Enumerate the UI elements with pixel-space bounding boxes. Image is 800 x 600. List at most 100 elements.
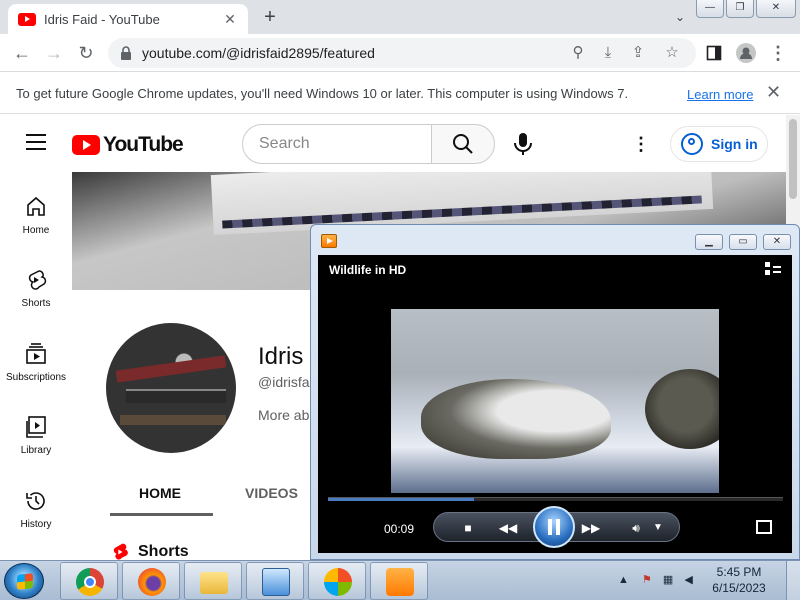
tab-search-icon[interactable]: ⌄ xyxy=(670,7,690,27)
sign-in-label: Sign in xyxy=(711,136,758,152)
windows-taskbar: ▲ ⚑ ▦ ◀︎ 5:45 PM 6/15/2023 xyxy=(0,560,800,600)
volume-tray-icon[interactable]: ◀︎ xyxy=(684,574,692,586)
youtube-play-icon xyxy=(72,135,100,155)
stop-icon[interactable]: ■ xyxy=(456,518,480,538)
chrome-menu-icon[interactable]: ⋮ xyxy=(766,41,790,65)
next-icon[interactable]: ▶▶ xyxy=(579,518,603,538)
show-desktop-button[interactable] xyxy=(786,561,800,600)
volume-icon[interactable]: 🔊︎ xyxy=(624,518,648,538)
seek-progress xyxy=(328,498,474,501)
share-icon[interactable]: ⇪ xyxy=(626,41,650,65)
firefox-icon xyxy=(138,568,166,596)
search-input[interactable]: Search xyxy=(242,124,432,164)
tab-videos[interactable]: VIDEOS xyxy=(245,485,298,501)
channel-name: Idris xyxy=(258,343,304,370)
install-icon[interactable]: ⤓ xyxy=(596,41,620,65)
avatar-detail xyxy=(126,389,226,403)
youtube-logo[interactable]: YouTube xyxy=(72,133,184,157)
taskbar-chrome[interactable] xyxy=(60,562,118,600)
minimize-button[interactable]: — xyxy=(696,0,724,18)
search-page-icon[interactable]: ⚲ xyxy=(566,41,590,65)
youtube-favicon-icon xyxy=(18,12,36,26)
media-player-window[interactable]: ▁ ▭ ✕ Wildlife in HD 00:09 ■ ◀◀ ▶▶ 🔊︎ ▼ xyxy=(310,224,800,560)
forward-icon[interactable]: → xyxy=(42,41,66,65)
browser-toolbar: ← → ↻ youtube.com/@idrisfaid2895/feature… xyxy=(0,34,800,72)
settings-more-icon[interactable]: ⋮ xyxy=(632,132,650,156)
network-icon[interactable]: ▦ xyxy=(663,574,673,586)
sign-in-button[interactable]: Sign in xyxy=(670,126,768,162)
browser-tab[interactable]: Idris Faid - YouTube ✕ xyxy=(8,4,248,34)
window-controls: — ❐ ✕ xyxy=(696,0,796,18)
media-player-icon xyxy=(386,568,414,596)
taskbar-media-player[interactable] xyxy=(370,562,428,600)
channel-more-about[interactable]: More ab xyxy=(258,407,309,423)
nav-home-label: Home xyxy=(22,225,50,236)
shorts-section-title: Shorts xyxy=(138,543,189,560)
system-tray: ▲ ⚑ ▦ ◀︎ xyxy=(618,573,693,586)
volume-dropdown-icon[interactable]: ▼ xyxy=(646,518,670,538)
tab-close-icon[interactable]: ✕ xyxy=(222,11,238,28)
new-tab-button[interactable]: + xyxy=(258,5,282,29)
player-minimize-button[interactable]: ▁ xyxy=(695,234,723,250)
microphone-icon[interactable] xyxy=(512,132,534,156)
taskbar-windows-app[interactable] xyxy=(308,562,366,600)
windows-logo-icon xyxy=(324,568,352,596)
scrollbar-thumb[interactable] xyxy=(789,119,797,199)
home-icon xyxy=(27,196,45,216)
account-icon xyxy=(681,133,703,155)
nav-history-label: History xyxy=(20,519,52,530)
search-placeholder: Search xyxy=(259,135,310,152)
search-button[interactable] xyxy=(431,124,495,164)
tab-home[interactable]: HOME xyxy=(139,485,181,501)
media-player-app-icon xyxy=(321,234,337,248)
search-icon xyxy=(453,134,473,154)
bookmark-star-icon[interactable]: ☆ xyxy=(660,41,684,65)
video-seal-foreground xyxy=(421,379,611,459)
avatar-detail xyxy=(120,415,226,425)
close-window-button[interactable]: ✕ xyxy=(756,0,796,18)
menu-hamburger-icon[interactable] xyxy=(26,134,46,150)
show-hidden-icons-icon[interactable]: ▲ xyxy=(618,574,629,586)
clock-date: 6/15/2023 xyxy=(712,581,766,595)
taskbar-clock[interactable]: 5:45 PM 6/15/2023 xyxy=(700,564,778,596)
channel-avatar[interactable] xyxy=(106,323,236,453)
nav-home[interactable]: Home xyxy=(0,195,72,236)
reload-icon[interactable]: ↻ xyxy=(74,41,98,65)
fullscreen-icon[interactable] xyxy=(756,520,772,534)
nav-history[interactable]: History xyxy=(0,489,72,530)
nav-library[interactable]: Library xyxy=(0,415,72,456)
shorts-icon xyxy=(28,270,47,290)
learn-more-link[interactable]: Learn more xyxy=(687,87,753,102)
player-maximize-button[interactable]: ▭ xyxy=(729,234,757,250)
avatar-detail xyxy=(115,355,227,383)
nav-shorts[interactable]: Shorts xyxy=(0,268,72,309)
profile-avatar-icon[interactable] xyxy=(734,41,758,65)
taskbar-firefox[interactable] xyxy=(122,562,180,600)
taskbar-control-panel[interactable] xyxy=(246,562,304,600)
video-frame[interactable] xyxy=(391,309,719,493)
shorts-section-header: Shorts xyxy=(110,541,189,560)
infobar-close-icon[interactable]: ✕ xyxy=(766,82,781,103)
video-seal-background xyxy=(645,369,719,449)
active-tab-underline xyxy=(110,513,213,516)
player-close-button[interactable]: ✕ xyxy=(763,234,791,250)
nav-subscriptions[interactable]: Subscriptions xyxy=(0,342,72,383)
tab-title: Idris Faid - YouTube xyxy=(44,11,160,27)
start-button[interactable] xyxy=(4,563,44,599)
shorts-logo-icon xyxy=(113,543,128,560)
update-infobar: To get future Google Chrome updates, you… xyxy=(0,72,800,114)
nav-subscriptions-label: Subscriptions xyxy=(5,372,67,383)
restore-button[interactable]: ❐ xyxy=(726,0,754,18)
back-icon[interactable]: ← xyxy=(10,41,34,65)
library-icon xyxy=(26,416,46,438)
action-center-flag-icon[interactable]: ⚑ xyxy=(642,574,652,586)
address-bar[interactable]: youtube.com/@idrisfaid2895/featured ⚲ ⤓ … xyxy=(108,38,696,68)
previous-icon[interactable]: ◀◀ xyxy=(496,518,520,538)
folder-icon xyxy=(200,572,228,594)
play-pause-button[interactable] xyxy=(533,506,575,548)
seek-bar[interactable] xyxy=(328,497,783,501)
switch-to-library-icon[interactable] xyxy=(764,261,782,277)
side-panel-icon[interactable] xyxy=(702,41,726,65)
taskbar-explorer[interactable] xyxy=(184,562,242,600)
player-surface: Wildlife in HD 00:09 ■ ◀◀ ▶▶ 🔊︎ ▼ xyxy=(318,255,792,553)
